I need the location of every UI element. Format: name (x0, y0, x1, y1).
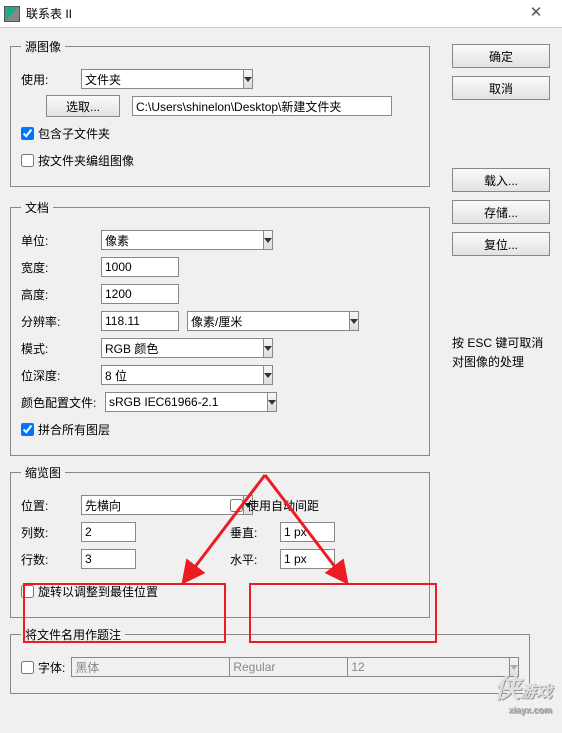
profile-label: 颜色配置文件: (21, 394, 105, 411)
thumbnail-group: 缩览图 位置: 列数: 行数: (10, 464, 430, 618)
document-group: 文档 单位: 宽度: 高度: 分辨率: (10, 199, 430, 456)
ok-button[interactable]: 确定 (452, 44, 550, 68)
use-label: 使用: (21, 71, 81, 88)
rows-input[interactable] (81, 549, 136, 569)
watermark: 侠游戏 xiayx.com (494, 668, 552, 715)
app-icon (4, 6, 20, 22)
rows-label: 行数: (21, 551, 81, 568)
res-input[interactable] (101, 311, 179, 331)
vert-input[interactable] (280, 522, 335, 542)
save-button[interactable]: 存储... (452, 200, 550, 224)
source-group: 源图像 使用: 选取... 包含子文件夹 (10, 38, 430, 187)
include-subfolders-checkbox[interactable]: 包含子文件夹 (21, 125, 110, 142)
unit-label: 单位: (21, 232, 101, 249)
vert-label: 垂直: (230, 524, 280, 541)
profile-select[interactable] (105, 392, 247, 412)
reset-button[interactable]: 复位... (452, 232, 550, 256)
cancel-button[interactable]: 取消 (452, 76, 550, 100)
load-button[interactable]: 载入... (452, 168, 550, 192)
caption-legend: 将文件名用作题注 (21, 626, 125, 643)
caption-group: 将文件名用作题注 字体: (10, 626, 530, 694)
caption-font-checkbox[interactable]: 字体: (21, 659, 65, 676)
choose-button[interactable]: 选取... (46, 95, 120, 117)
source-legend: 源图像 (21, 38, 65, 55)
path-field[interactable] (132, 96, 392, 116)
cols-input[interactable] (81, 522, 136, 542)
chevron-down-icon[interactable] (267, 392, 277, 412)
esc-hint: 按 ESC 键可取消 对图像的处理 (452, 334, 552, 372)
mode-select[interactable] (101, 338, 229, 358)
close-icon[interactable]: ✕ (514, 1, 558, 27)
depth-select[interactable] (101, 365, 214, 385)
res-unit-select[interactable] (187, 311, 292, 331)
flatten-checkbox[interactable]: 拼合所有图层 (21, 421, 110, 438)
document-legend: 文档 (21, 199, 53, 216)
chevron-down-icon[interactable] (263, 230, 273, 250)
width-label: 宽度: (21, 259, 101, 276)
rotate-checkbox[interactable]: 旋转以调整到最佳位置 (21, 583, 158, 600)
cols-label: 列数: (21, 524, 81, 541)
height-label: 高度: (21, 286, 101, 303)
group-by-folder-checkbox[interactable]: 按文件夹编组图像 (21, 152, 134, 169)
size-select (347, 657, 399, 677)
place-label: 位置: (21, 497, 81, 514)
horz-input[interactable] (280, 549, 335, 569)
window-title: 联系表 II (26, 5, 514, 22)
res-label: 分辨率: (21, 313, 101, 330)
height-input[interactable] (101, 284, 179, 304)
use-select[interactable] (81, 69, 194, 89)
place-select[interactable] (81, 495, 199, 515)
width-input[interactable] (101, 257, 179, 277)
chevron-down-icon[interactable] (263, 338, 273, 358)
horz-label: 水平: (230, 551, 280, 568)
weight-select (229, 657, 339, 677)
thumbnail-legend: 缩览图 (21, 464, 65, 481)
chevron-down-icon[interactable] (263, 365, 273, 385)
auto-spacing-checkbox[interactable]: 使用自动间距 (230, 497, 319, 514)
unit-select[interactable] (101, 230, 214, 250)
chevron-down-icon[interactable] (243, 69, 253, 89)
mode-label: 模式: (21, 340, 101, 357)
chevron-down-icon[interactable] (349, 311, 359, 331)
font-select (71, 657, 221, 677)
depth-label: 位深度: (21, 367, 101, 384)
